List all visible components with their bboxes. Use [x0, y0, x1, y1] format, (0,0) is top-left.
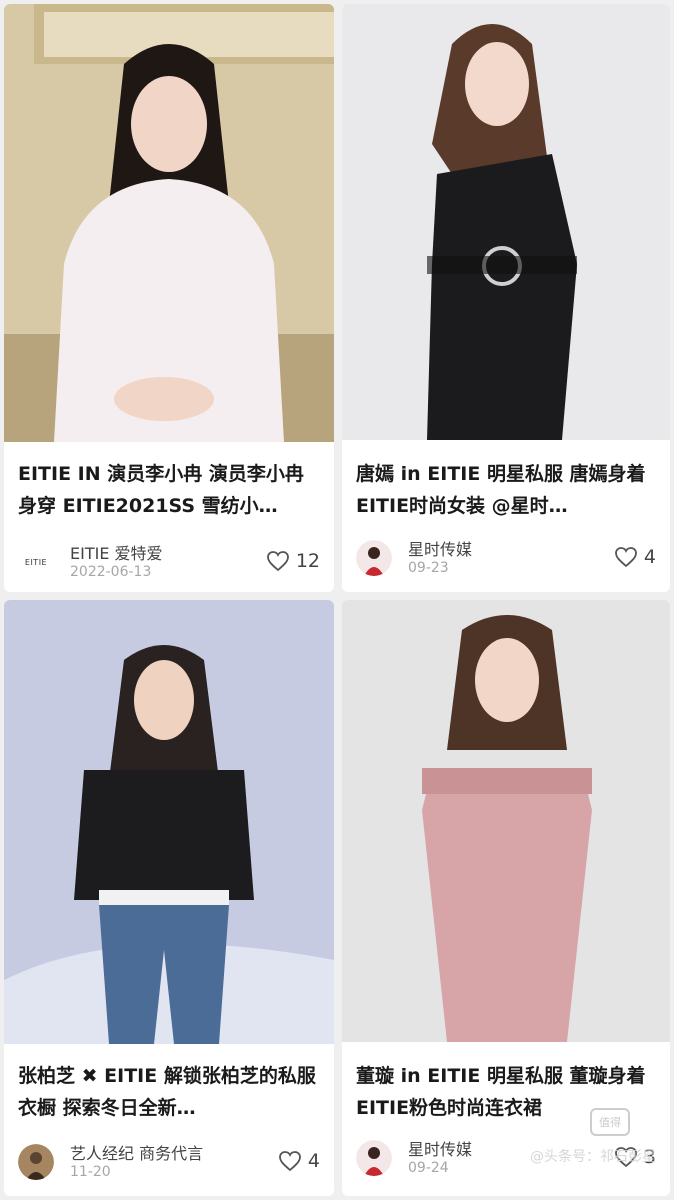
watermark-badge: 值得: [590, 1108, 630, 1136]
like-count-3: 4: [307, 1150, 320, 1172]
post-date-2: 09-23: [408, 560, 449, 576]
post-card-4[interactable]: 董璇 in EITIE 明星私服 董璇身着 EITIE粉色时尚连衣裙 星时传媒 …: [342, 600, 670, 1196]
author-avatar-3[interactable]: [18, 1144, 54, 1180]
author-avatar-4[interactable]: [356, 1140, 392, 1176]
post-title-1[interactable]: EITIE IN 演员李小冉 演员李小冉身穿 EITIE2021SS 雪纺小…: [18, 458, 322, 522]
heart-icon: [615, 547, 637, 568]
like-button-1[interactable]: 12: [266, 548, 320, 574]
post-card-3[interactable]: 张柏芝 ✖ EITIE 解锁张柏芝的私服衣橱 探索冬日全新… 艺人经纪 商务代言…: [4, 600, 334, 1196]
post-card-2[interactable]: 唐嫣 in EITIE 明星私服 唐嫣身着 EITIE时尚女装 @星时… 星时传…: [342, 4, 670, 592]
like-button-2[interactable]: 4: [614, 544, 656, 570]
like-count-1: 12: [295, 550, 320, 572]
author-avatar-1[interactable]: EITIE: [18, 544, 54, 580]
author-row-1: EITIE EITIE 爱特爱 2022-06-13 12: [18, 540, 320, 584]
post-photo-2[interactable]: [342, 4, 670, 440]
author-row-3: 艺人经纪 商务代言 11-20 4: [18, 1140, 320, 1184]
like-button-3[interactable]: 4: [278, 1148, 320, 1174]
post-photo-1[interactable]: [4, 4, 334, 442]
author-avatar-2[interactable]: [356, 540, 392, 576]
author-row-2: 星时传媒 09-23 4: [356, 536, 656, 580]
post-title-3[interactable]: 张柏芝 ✖ EITIE 解锁张柏芝的私服衣橱 探索冬日全新…: [18, 1060, 322, 1124]
author-name-4[interactable]: 星时传媒: [408, 1136, 472, 1160]
post-date-1: 2022-06-13: [70, 564, 152, 580]
post-title-2[interactable]: 唐嫣 in EITIE 明星私服 唐嫣身着 EITIE时尚女装 @星时…: [356, 458, 658, 522]
post-date-3: 11-20: [70, 1164, 111, 1180]
author-name-1[interactable]: EITIE 爱特爱: [70, 540, 163, 564]
author-name-2[interactable]: 星时传媒: [408, 536, 472, 560]
like-count-2: 4: [643, 546, 656, 568]
post-date-4: 09-24: [408, 1160, 449, 1176]
heart-icon: [279, 1151, 301, 1172]
post-card-1[interactable]: EITIE IN 演员李小冉 演员李小冉身穿 EITIE2021SS 雪纺小… …: [4, 4, 334, 592]
author-name-3[interactable]: 艺人经纪 商务代言: [70, 1140, 203, 1164]
heart-icon: [266, 551, 289, 572]
post-photo-3[interactable]: [4, 600, 334, 1044]
watermark-text: @头条号：祁石彭星: [530, 1149, 656, 1165]
post-photo-4[interactable]: [342, 600, 670, 1042]
